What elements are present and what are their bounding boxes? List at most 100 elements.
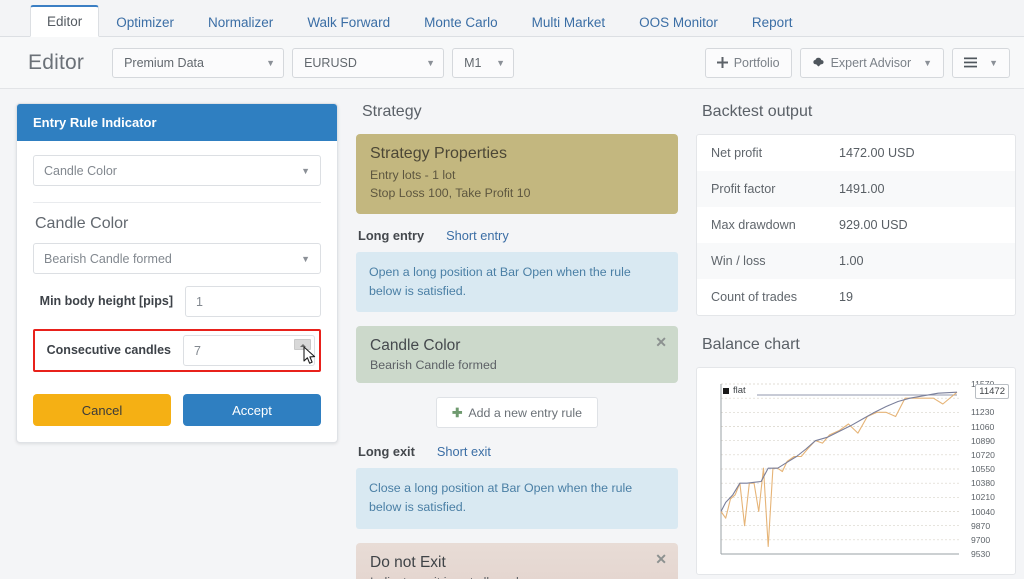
metric-label: Net profit xyxy=(711,146,763,160)
exit-rule-title: Do not Exit xyxy=(370,553,446,571)
condition-select-value: Bearish Candle formed xyxy=(44,251,172,266)
entry-rule-dialog-column: Entry Rule Indicator Candle Color ▼ Cand… xyxy=(16,103,338,579)
exit-direction-tabs: Long exit Short exit xyxy=(358,444,678,459)
chevron-down-icon: ▼ xyxy=(989,57,998,68)
min-body-height-label: Min body height [pips] xyxy=(39,294,173,309)
indicator-select[interactable]: Candle Color ▼ xyxy=(33,155,321,186)
exit-info-text: Close a long position at Bar Open when t… xyxy=(356,468,678,529)
backtest-column: Backtest output Net profit 1472.00 USD P… xyxy=(696,103,1016,579)
main-content: Entry Rule Indicator Candle Color ▼ Cand… xyxy=(0,89,1024,579)
table-row: Profit factor 1491.00 xyxy=(697,171,1015,207)
chevron-down-icon: ▼ xyxy=(496,57,506,68)
tab-long-entry[interactable]: Long entry xyxy=(358,228,424,243)
strategy-heading: Strategy xyxy=(362,103,422,120)
tab-label: OOS Monitor xyxy=(639,14,718,30)
dialog-title: Entry Rule Indicator xyxy=(17,104,337,141)
chart-current-value-badge: 11472 xyxy=(975,384,1009,400)
portfolio-button[interactable]: Portfolio xyxy=(704,47,792,78)
strategy-properties-line-2: Stop Loss 100, Take Profit 10 xyxy=(370,185,531,200)
exit-rule-card[interactable]: ✕ Do not Exit Indicator exit is not allo… xyxy=(356,542,678,579)
data-source-select[interactable]: Premium Data ▼ xyxy=(112,47,285,78)
strategy-properties-line-1: Entry lots - 1 lot xyxy=(370,168,456,182)
entry-rule-card[interactable]: ✕ Candle Color Bearish Candle formed xyxy=(356,326,678,384)
balance-chart-panel: flat 11570112301106010890107201055010380… xyxy=(696,367,1016,575)
tab-short-exit[interactable]: Short exit xyxy=(437,444,491,459)
tab-oos-monitor[interactable]: OOS Monitor xyxy=(622,6,735,38)
metric-label: Max drawdown xyxy=(711,218,796,232)
chart-legend: flat xyxy=(723,385,746,396)
tab-walk-forward[interactable]: Walk Forward xyxy=(290,6,407,38)
strategy-properties-title: Strategy Properties xyxy=(370,145,507,162)
chart-y-tick-label: 9530 xyxy=(971,549,991,559)
tab-normalizer[interactable]: Normalizer xyxy=(191,6,290,38)
tab-label: Normalizer xyxy=(208,14,274,30)
close-icon[interactable]: ✕ xyxy=(655,552,667,566)
chart-y-tick-label: 9700 xyxy=(971,534,991,545)
menu-button[interactable]: ▼ xyxy=(952,47,1010,78)
indicator-section-title: Candle Color xyxy=(35,215,129,232)
hamburger-icon xyxy=(964,57,978,68)
add-entry-rule-label: Add a new entry rule xyxy=(468,406,583,421)
chart-y-tick-label: 10720 xyxy=(971,449,995,460)
timeframe-select[interactable]: M1 ▼ xyxy=(452,47,515,78)
tab-optimizer[interactable]: Optimizer xyxy=(99,6,191,38)
exit-rule-subtitle: Indicator exit is not allowed xyxy=(370,575,664,579)
main-tab-bar: Editor Optimizer Normalizer Walk Forward… xyxy=(0,0,1024,37)
tab-short-entry[interactable]: Short entry xyxy=(446,228,509,243)
consecutive-candles-value: 7 xyxy=(194,343,201,358)
entry-rule-indicator-dialog: Entry Rule Indicator Candle Color ▼ Cand… xyxy=(16,103,338,443)
tab-multi-market[interactable]: Multi Market xyxy=(515,6,623,38)
consecutive-candles-input[interactable]: 7 xyxy=(183,335,316,366)
tab-label: Multi Market xyxy=(531,14,606,30)
tab-label: Editor xyxy=(47,13,83,29)
strategy-properties-card[interactable]: Strategy Properties Entry lots - 1 lot S… xyxy=(356,134,678,214)
indicator-select-value: Candle Color xyxy=(44,163,117,178)
tab-report[interactable]: Report xyxy=(735,6,810,38)
plus-icon xyxy=(716,57,728,68)
chevron-down-icon: ▼ xyxy=(301,253,310,264)
accept-button[interactable]: Accept xyxy=(183,394,321,426)
data-source-value: Premium Data xyxy=(124,55,204,70)
tab-editor[interactable]: Editor xyxy=(30,4,100,37)
dialog-body: Candle Color ▼ Candle Color Bearish Cand… xyxy=(17,141,337,442)
tab-label: Walk Forward xyxy=(307,14,391,30)
metric-value: 1472.00 USD xyxy=(839,146,915,160)
tab-monte-carlo[interactable]: Monte Carlo xyxy=(407,6,515,38)
add-entry-rule-button[interactable]: ✚ Add a new entry rule xyxy=(435,397,599,429)
condition-select[interactable]: Bearish Candle formed ▼ xyxy=(33,243,321,274)
close-icon[interactable]: ✕ xyxy=(655,335,667,349)
metric-label: Profit factor xyxy=(711,182,776,196)
min-body-height-row: Min body height [pips] 1 xyxy=(33,286,321,317)
portfolio-label: Portfolio xyxy=(733,55,780,70)
symbol-select[interactable]: EURUSD ▼ xyxy=(292,47,445,78)
min-body-height-input[interactable]: 1 xyxy=(185,286,321,317)
chart-y-tick-label: 10550 xyxy=(971,464,995,474)
table-row: Max drawdown 929.00 USD xyxy=(697,207,1015,243)
metric-value: 1.00 xyxy=(839,254,864,268)
stepper-up-button[interactable] xyxy=(294,339,311,350)
chart-y-tick-label: 9870 xyxy=(971,520,991,531)
tab-label: Monte Carlo xyxy=(424,14,498,30)
expert-advisor-button[interactable]: Expert Advisor ▼ xyxy=(799,47,945,78)
page-title: Editor xyxy=(28,50,85,74)
chevron-down-icon: ▼ xyxy=(923,57,933,68)
plus-icon: ✚ xyxy=(451,406,463,421)
editor-toolbar: Editor Premium Data ▼ EURUSD ▼ M1 ▼ Port… xyxy=(0,37,1024,89)
expert-advisor-label: Expert Advisor xyxy=(830,55,912,70)
dialog-buttons: Cancel Accept xyxy=(33,394,321,426)
chevron-down-icon: ▼ xyxy=(266,57,276,68)
chart-y-tick-label: 10890 xyxy=(971,435,995,446)
backtest-heading: Backtest output xyxy=(702,103,813,120)
entry-rule-subtitle: Bearish Candle formed xyxy=(370,358,497,373)
table-row: Count of trades 19 xyxy=(697,279,1015,315)
tab-long-exit[interactable]: Long exit xyxy=(358,444,415,459)
cancel-button[interactable]: Cancel xyxy=(33,394,171,426)
cloud-download-icon xyxy=(812,57,825,69)
metric-value: 1491.00 xyxy=(839,182,885,196)
chart-y-tick-label: 10210 xyxy=(971,492,995,503)
metric-label: Win / loss xyxy=(711,254,766,268)
entry-direction-tabs: Long entry Short entry xyxy=(358,228,678,243)
symbol-value: EURUSD xyxy=(304,55,357,70)
entry-rule-title: Candle Color xyxy=(370,337,461,355)
entry-info-text: Open a long position at Bar Open when th… xyxy=(356,251,678,313)
